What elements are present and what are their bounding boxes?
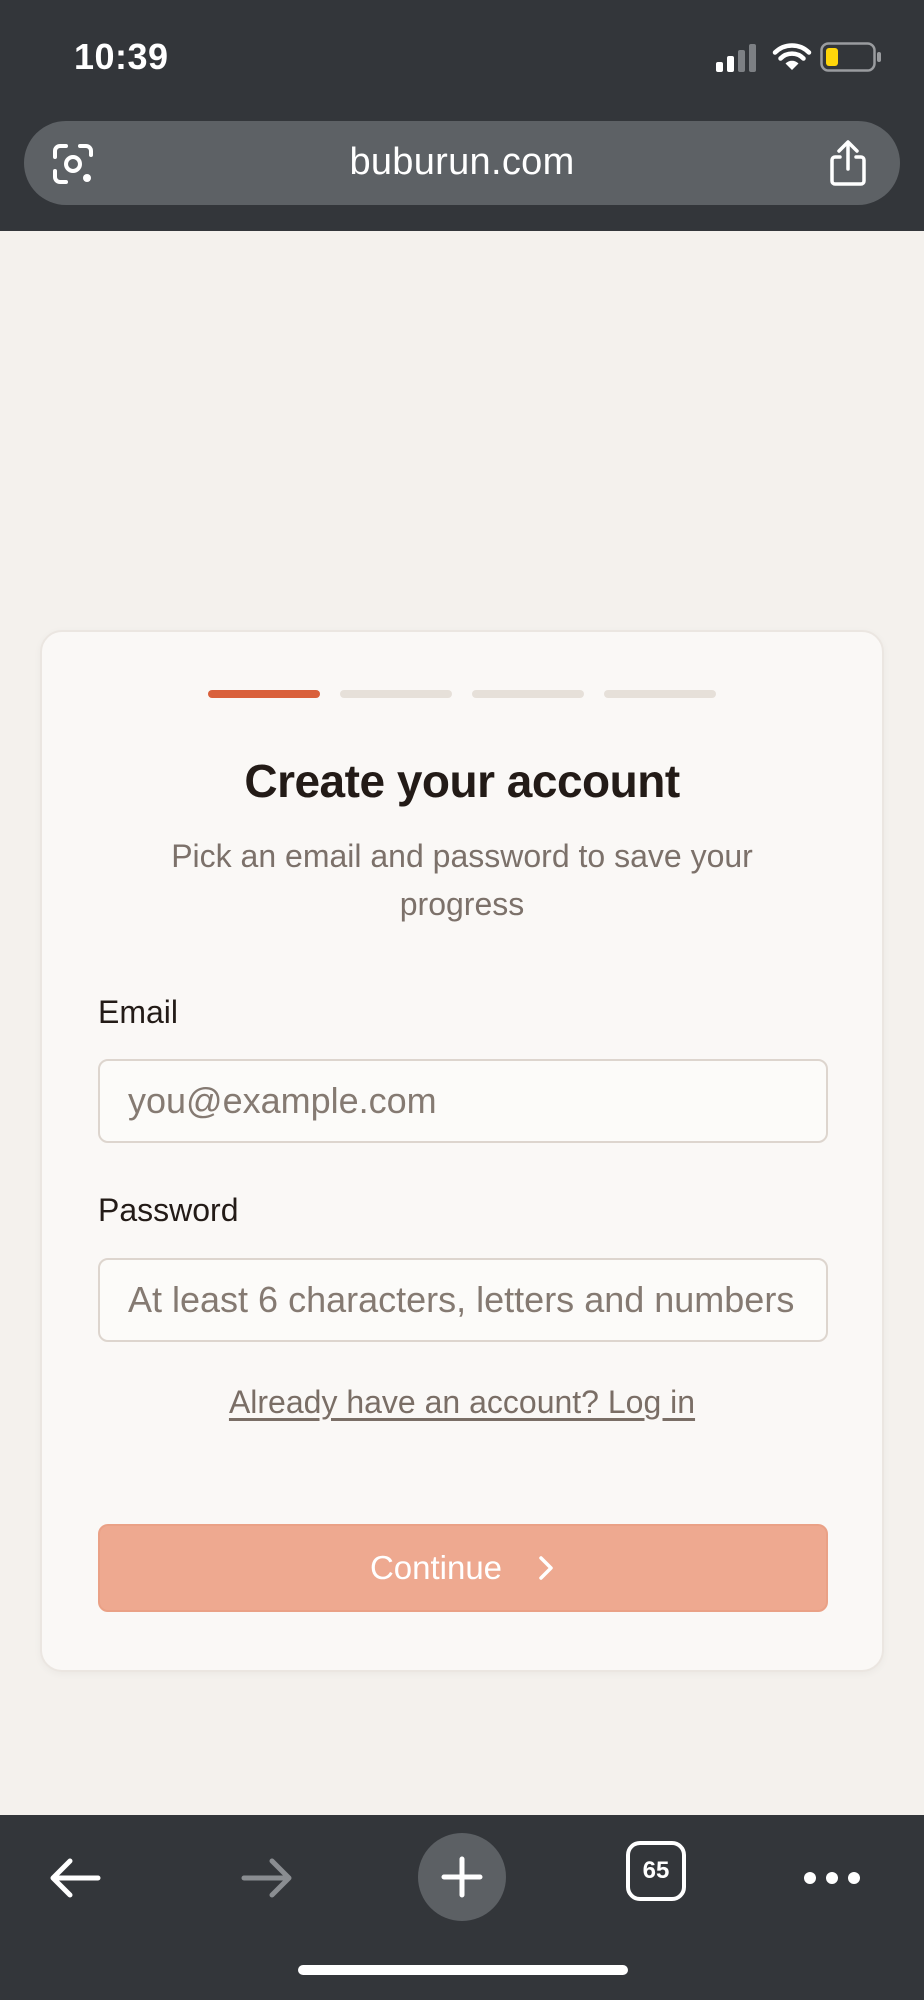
login-link[interactable]: Already have an account? Log in <box>42 1384 882 1421</box>
chevron-right-icon <box>539 1556 553 1580</box>
step-indicator-1 <box>208 690 320 698</box>
step-progress <box>208 690 716 698</box>
browser-bottom-toolbar: 65 <box>0 1815 924 2000</box>
home-indicator <box>298 1965 628 1975</box>
step-indicator-3 <box>472 690 584 698</box>
back-arrow-icon[interactable] <box>44 1847 106 1909</box>
forward-arrow-icon[interactable] <box>236 1847 298 1909</box>
step-indicator-4 <box>604 690 716 698</box>
battery-icon <box>820 42 881 72</box>
address-bar[interactable]: buburun.com <box>24 121 900 205</box>
tab-switcher-button[interactable]: 65 <box>626 1841 686 1901</box>
more-dots-icon[interactable] <box>800 1847 864 1909</box>
password-label: Password <box>98 1192 239 1228</box>
page-title: Create your account <box>244 755 680 807</box>
page-subtitle: Pick an email and password to save your … <box>171 838 753 922</box>
continue-button[interactable]: Continue <box>98 1524 828 1612</box>
continue-button-label: Continue <box>369 1549 503 1586</box>
wifi-icon <box>772 43 812 70</box>
url-text[interactable]: buburun.com <box>24 141 900 184</box>
cellular-signal-icon <box>716 44 756 72</box>
plus-icon <box>441 1856 483 1898</box>
status-time: 10:39 <box>74 36 169 77</box>
email-label: Email <box>98 994 179 1030</box>
new-tab-button[interactable] <box>418 1833 506 1921</box>
browser-top-bar: 10:39 buburun.com <box>0 0 924 231</box>
step-indicator-2 <box>340 690 452 698</box>
password-field[interactable] <box>98 1258 828 1342</box>
share-icon[interactable] <box>826 139 870 187</box>
email-field[interactable] <box>98 1059 828 1143</box>
signup-card: Create your account Pick an email and pa… <box>40 630 884 1672</box>
